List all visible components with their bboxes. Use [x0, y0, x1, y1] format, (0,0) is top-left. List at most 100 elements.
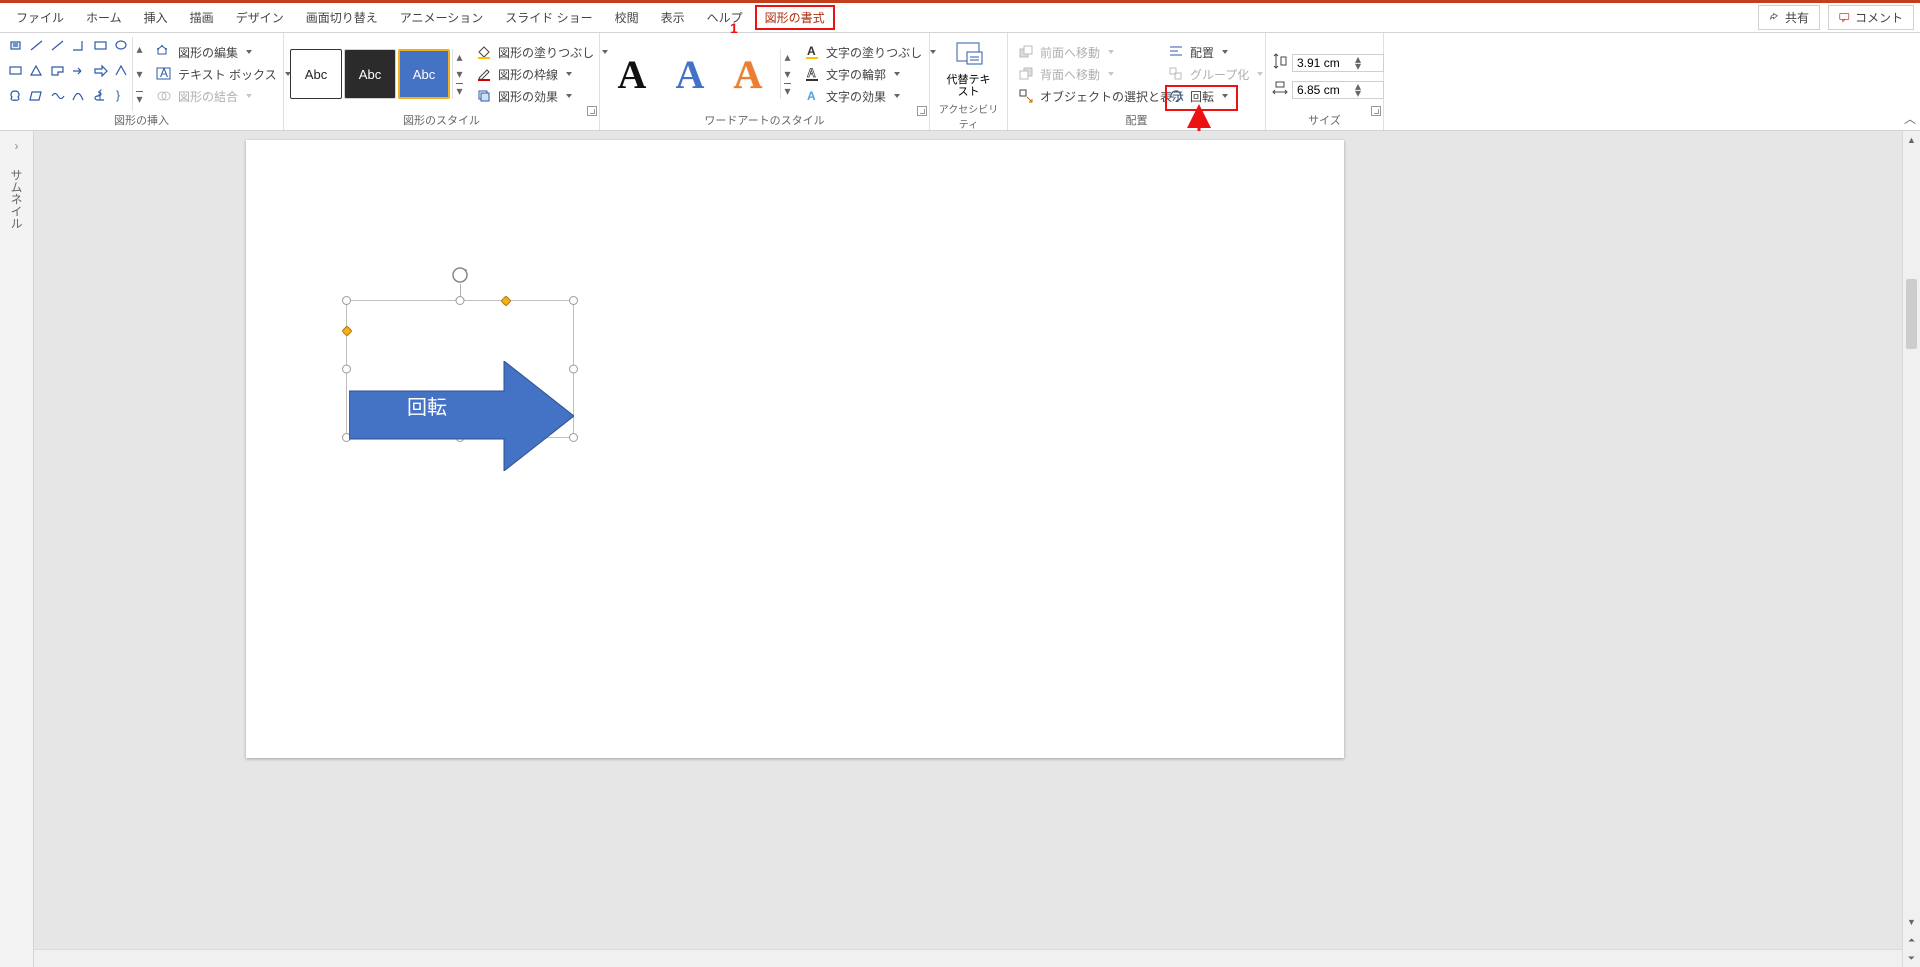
bucket-icon	[476, 44, 492, 60]
menu-view[interactable]: 表示	[651, 5, 695, 30]
style-preset-1[interactable]: Abc	[290, 49, 342, 99]
style-preset-2[interactable]: Abc	[344, 49, 396, 99]
group-insert-shapes: 図形の挿入	[6, 111, 277, 130]
shapes-gallery[interactable]: { }	[6, 37, 132, 111]
send-backward-icon	[1018, 66, 1034, 82]
text-fill-icon: A	[804, 44, 820, 60]
shape-effects-button[interactable]: 図形の効果	[472, 87, 612, 106]
shape-styles-gallery[interactable]: Abc Abc Abc ▴ ▾ ▾	[290, 37, 466, 111]
alt-text-icon	[953, 39, 985, 71]
text-outline-button[interactable]: A文字の輪郭	[800, 65, 940, 84]
group-button: グループ化	[1164, 65, 1252, 84]
shape-fill-button[interactable]: 図形の塗りつぶし	[472, 43, 612, 62]
group-wordart-styles: ワードアートのスタイル	[606, 111, 923, 130]
menu-file[interactable]: ファイル	[6, 5, 74, 30]
scroll-next-slide[interactable]: ⏷	[1903, 949, 1920, 967]
menu-design[interactable]: デザイン	[226, 5, 294, 30]
ribbon-collapse[interactable]: ︿	[1904, 110, 1916, 127]
scroll-down[interactable]: ▼	[1903, 913, 1920, 931]
wordart-2[interactable]: A	[664, 49, 716, 99]
text-effects-icon: A	[804, 88, 820, 104]
menu-draw[interactable]: 描画	[180, 5, 224, 30]
group-arrange: 配置	[1014, 111, 1259, 130]
adjust-handle-1[interactable]	[341, 325, 352, 336]
thumbnail-expand[interactable]: ›	[15, 139, 19, 153]
wa-up[interactable]: ▴	[781, 49, 794, 66]
comment-label: コメント	[1855, 9, 1903, 26]
style-preset-3[interactable]: Abc	[398, 49, 450, 99]
menu-animations[interactable]: アニメーション	[390, 5, 494, 30]
gallery-more[interactable]: ▾	[133, 86, 146, 111]
size-dialog[interactable]	[1371, 106, 1381, 116]
handle-tc[interactable]	[456, 296, 465, 305]
group-shape-styles: 図形のスタイル	[290, 111, 593, 130]
selection-pane-icon	[1018, 88, 1034, 104]
group-icon	[1168, 66, 1184, 82]
merge-shapes-icon	[156, 88, 172, 104]
scroll-thumb[interactable]	[1906, 279, 1917, 349]
menu-home[interactable]: ホーム	[76, 5, 132, 30]
text-box-icon: A	[156, 66, 172, 82]
bring-forward-button: 前面へ移動	[1014, 43, 1158, 62]
styles-up[interactable]: ▴	[453, 49, 466, 66]
arrow-shape	[349, 361, 574, 471]
rotation-handle[interactable]	[451, 266, 469, 284]
shape-outline-button[interactable]: 図形の枠線	[472, 65, 612, 84]
text-effects-button[interactable]: A文字の効果	[800, 87, 940, 106]
text-fill-button[interactable]: A文字の塗りつぶし	[800, 43, 940, 62]
align-icon	[1168, 44, 1184, 60]
pen-icon	[476, 66, 492, 82]
edit-shape-button[interactable]: 図形の編集	[152, 43, 295, 62]
scroll-prev-slide[interactable]: ⏶	[1903, 931, 1920, 949]
wa-more[interactable]: ▾	[781, 82, 794, 99]
group-size: サイズ	[1272, 111, 1377, 130]
merge-shapes-button: 図形の結合	[152, 87, 295, 106]
comment-button[interactable]: コメント	[1828, 5, 1914, 30]
thumbnail-label: サムネイル	[8, 161, 25, 229]
text-box-button[interactable]: A テキスト ボックス	[152, 65, 295, 84]
handle-tr[interactable]	[569, 296, 578, 305]
selected-shape[interactable]: 回転	[346, 266, 574, 438]
bring-forward-icon	[1018, 44, 1034, 60]
effects-icon	[476, 88, 492, 104]
scrollbar-horizontal[interactable]	[34, 949, 1902, 967]
svg-text:}: }	[116, 89, 120, 102]
height-input[interactable]: ▴▾	[1292, 54, 1384, 72]
gallery-up[interactable]: ▴	[133, 37, 146, 62]
svg-text:A: A	[160, 66, 168, 80]
send-backward-button: 背面へ移動	[1014, 65, 1158, 84]
align-button[interactable]: 配置	[1164, 43, 1252, 62]
group-accessibility: アクセシビリティ	[936, 100, 1001, 133]
scroll-up[interactable]: ▲	[1903, 131, 1920, 149]
menu-transitions[interactable]: 画面切り替え	[296, 5, 388, 30]
shape-styles-dialog[interactable]	[587, 106, 597, 116]
wordart-3[interactable]: A	[722, 49, 774, 99]
menu-insert[interactable]: 挿入	[134, 5, 178, 30]
gallery-down[interactable]: ▾	[133, 62, 146, 87]
wordart-gallery[interactable]: A A A ▴ ▾ ▾	[606, 37, 794, 111]
svg-text:A: A	[807, 89, 816, 103]
wa-down[interactable]: ▾	[781, 66, 794, 83]
selection-pane-button[interactable]: オブジェクトの選択と表示	[1014, 87, 1158, 106]
menu-slideshow[interactable]: スライド ショー	[495, 5, 602, 30]
menu-help[interactable]: ヘルプ	[697, 5, 753, 30]
adjust-handle-2[interactable]	[500, 295, 511, 306]
alt-text-button[interactable]: 代替テキスト	[940, 37, 998, 100]
edit-shape-icon	[156, 44, 172, 60]
share-button[interactable]: 共有	[1758, 5, 1820, 30]
menu-shape-format[interactable]: 図形の書式	[755, 5, 835, 30]
handle-tl[interactable]	[342, 296, 351, 305]
share-label: 共有	[1785, 9, 1809, 26]
wordart-1[interactable]: A	[606, 49, 658, 99]
slide-canvas[interactable]: 回転	[246, 140, 1344, 758]
svg-text:A: A	[807, 44, 816, 58]
height-icon	[1272, 53, 1288, 72]
menu-review[interactable]: 校閲	[605, 5, 649, 30]
width-icon	[1272, 80, 1288, 99]
styles-down[interactable]: ▾	[453, 66, 466, 83]
scrollbar-vertical[interactable]: ▲ ▼ ⏶ ⏷	[1902, 131, 1920, 967]
styles-more[interactable]: ▾	[453, 82, 466, 99]
wordart-dialog[interactable]	[917, 106, 927, 116]
shape-text: 回転	[407, 391, 447, 420]
width-input[interactable]: ▴▾	[1292, 81, 1384, 99]
